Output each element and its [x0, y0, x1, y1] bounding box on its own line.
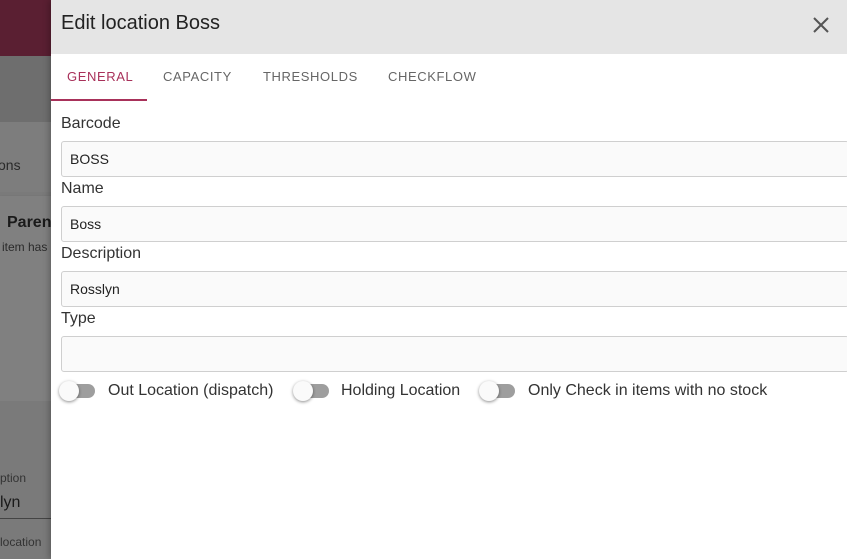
background-field-label: ption: [0, 471, 27, 485]
background-tab-label: ons: [0, 157, 21, 173]
background-field-value: lyn: [0, 494, 21, 511]
out-location-toggle[interactable]: [59, 381, 99, 401]
type-label: Type: [61, 310, 96, 327]
background-field-underline: [0, 518, 52, 519]
background-card-title: Parent: [7, 214, 57, 231]
dialog-title: Edit location Boss: [61, 12, 220, 34]
edit-location-dialog: Edit location Boss GENERAL CAPACITY THRE…: [51, 0, 847, 559]
toggle-knob: [479, 381, 499, 401]
active-tab-indicator: [51, 99, 147, 101]
close-icon: [813, 17, 829, 33]
barcode-label: Barcode: [61, 115, 121, 132]
name-input[interactable]: [61, 206, 847, 242]
dialog-header: Edit location Boss: [51, 0, 847, 54]
description-input[interactable]: [61, 271, 847, 307]
check-in-no-stock-toggle[interactable]: [479, 381, 519, 401]
tab-general[interactable]: GENERAL: [67, 54, 133, 102]
dialog-tabs: GENERAL CAPACITY THRESHOLDS CHECKFLOW: [51, 54, 847, 102]
tab-capacity[interactable]: CAPACITY: [163, 54, 232, 102]
background-field-label-2: location: [0, 535, 42, 549]
toggle-knob: [59, 381, 79, 401]
toggle-knob: [293, 381, 313, 401]
holding-location-label: Holding Location: [341, 382, 461, 399]
out-location-label: Out Location (dispatch): [108, 382, 274, 399]
tab-thresholds[interactable]: THRESHOLDS: [263, 54, 358, 102]
tab-checkflow[interactable]: CHECKFLOW: [388, 54, 476, 102]
holding-location-toggle[interactable]: [293, 381, 333, 401]
type-input[interactable]: [61, 336, 847, 372]
description-label: Description: [61, 245, 142, 262]
background-card-subtitle: item has: [2, 240, 48, 254]
close-button[interactable]: [806, 10, 836, 40]
barcode-input[interactable]: [61, 141, 847, 177]
check-in-no-stock-label: Only Check in items with no stock: [528, 382, 768, 399]
name-label: Name: [61, 180, 104, 197]
